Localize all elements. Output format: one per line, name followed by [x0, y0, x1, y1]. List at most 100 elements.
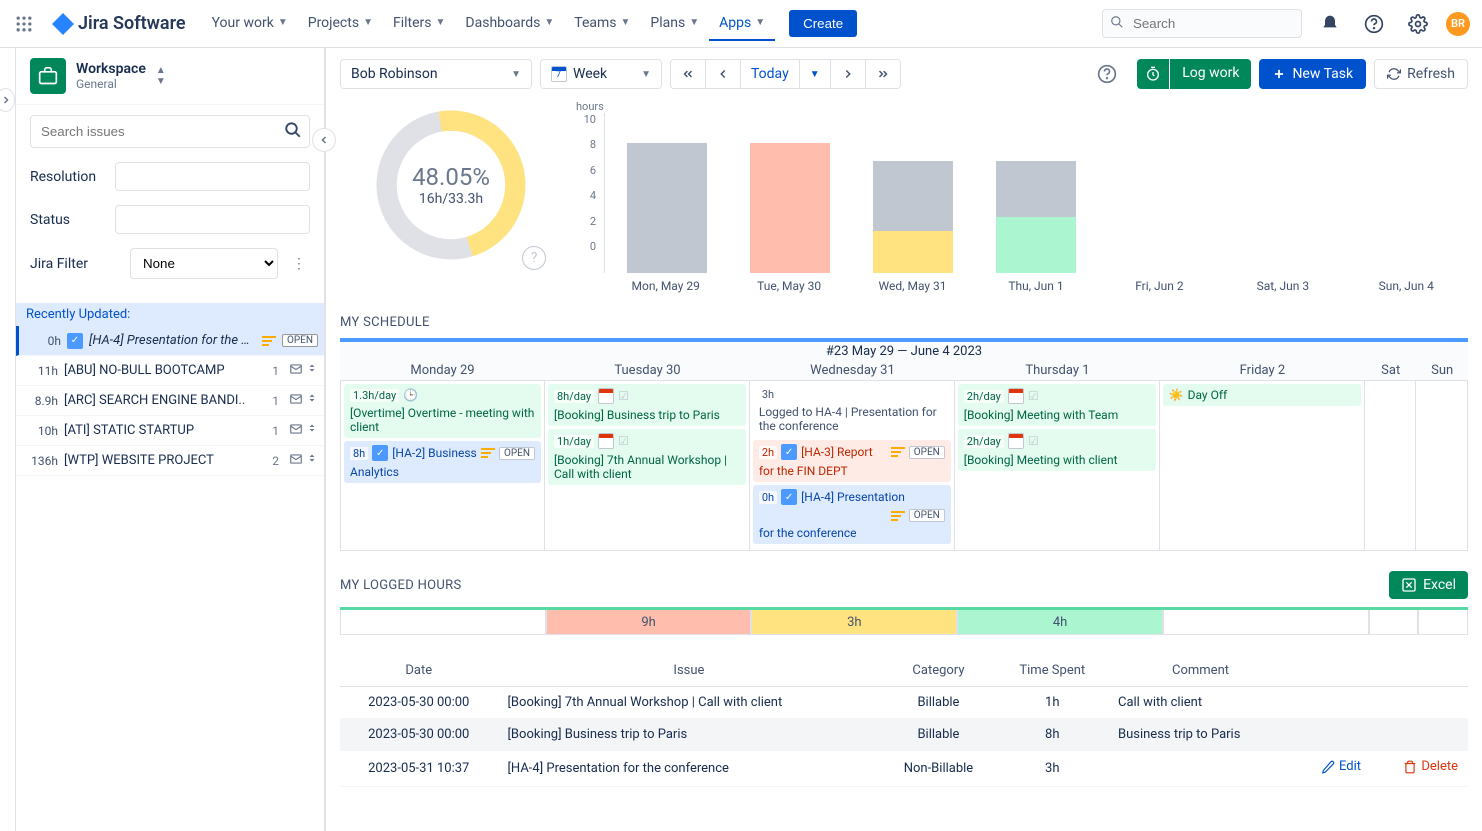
- column-header[interactable]: Date: [340, 655, 497, 687]
- expand-rail-icon[interactable]: [0, 88, 15, 112]
- last-button[interactable]: [866, 60, 900, 88]
- schedule-item[interactable]: 8h/day☑[Booking] Business trip to Paris: [548, 384, 746, 426]
- nav-projects[interactable]: Projects ▼: [298, 7, 383, 39]
- help-button[interactable]: [1085, 58, 1129, 90]
- schedule-item[interactable]: 8h✓[HA-2] BusinessOPENAnalytics: [344, 441, 541, 483]
- next-button[interactable]: [831, 60, 866, 88]
- task-check-icon: ✓: [67, 333, 83, 349]
- column-header[interactable]: Issue: [497, 655, 880, 687]
- global-search[interactable]: [1102, 9, 1302, 38]
- issue-row[interactable]: 0h✓[HA-4] Presentation for the c...OPEN: [16, 326, 324, 356]
- jira-filter-select[interactable]: None: [130, 248, 278, 279]
- envelope-icon[interactable]: [289, 392, 303, 410]
- schedule-item[interactable]: 0h✓[HA-4] PresentationOPENfor the confer…: [753, 485, 951, 544]
- day-header: Friday 2: [1160, 361, 1365, 380]
- day-cell[interactable]: [1416, 381, 1468, 550]
- prev-button[interactable]: [706, 60, 741, 88]
- schedule-item[interactable]: 1h/day☑[Booking] 7th Annual Workshop | C…: [548, 429, 746, 485]
- nav-your-work[interactable]: Your work ▼: [202, 7, 298, 39]
- envelope-icon[interactable]: [289, 362, 303, 380]
- refresh-button[interactable]: Refresh: [1374, 59, 1468, 89]
- envelope-icon[interactable]: [289, 452, 303, 470]
- item-title-rest: for the conference: [759, 526, 857, 540]
- delete-button[interactable]: Delete: [1403, 759, 1458, 774]
- cell-comment: Business trip to Paris: [1108, 719, 1293, 751]
- item-title-rest: for the FIN DEPT: [759, 464, 848, 478]
- hours-badge: 2h: [759, 446, 777, 459]
- search-issues-input[interactable]: [30, 115, 310, 148]
- hours-bar-chart: hours 1086420 Mon, May 29Tue, May 30Wed,…: [576, 100, 1468, 293]
- donut-help-icon[interactable]: ?: [522, 246, 546, 270]
- jira-logo[interactable]: Jira Software: [40, 13, 198, 35]
- sort-icon[interactable]: [306, 422, 318, 440]
- nav-dashboards[interactable]: Dashboards ▼: [455, 7, 564, 39]
- day-cell[interactable]: [1365, 381, 1417, 550]
- today-dropdown[interactable]: ▼: [800, 60, 831, 88]
- day-cell[interactable]: 1.3h/day🕒[Overtime] Overtime - meeting w…: [340, 381, 545, 550]
- nav-filters[interactable]: Filters ▼: [383, 7, 455, 39]
- log-row[interactable]: 2023-05-30 00:00 [Booking] 7th Annual Wo…: [340, 687, 1468, 719]
- help-icon[interactable]: [1358, 8, 1390, 40]
- issue-row[interactable]: 136h[WTP] WEBSITE PROJECT2: [16, 446, 324, 476]
- sort-icon[interactable]: [306, 452, 318, 470]
- more-options-icon[interactable]: ⋮: [288, 252, 310, 276]
- schedule-item[interactable]: 3hLogged to HA-4 | Presentation for the …: [753, 384, 951, 437]
- chevron-down-icon: ▼: [436, 17, 446, 28]
- nav-apps[interactable]: Apps ▼: [709, 7, 775, 41]
- cell-issue: [Booking] Business trip to Paris: [497, 719, 880, 751]
- bar-column: [1098, 133, 1221, 273]
- sort-icon[interactable]: [306, 362, 318, 380]
- issue-row[interactable]: 11h[ABU] NO-BULL BOOTCAMP1: [16, 356, 324, 386]
- search-icon[interactable]: [284, 121, 302, 143]
- edit-button[interactable]: Edit: [1321, 759, 1361, 774]
- column-header[interactable]: Category: [880, 655, 996, 687]
- nav-teams[interactable]: Teams ▼: [564, 7, 640, 39]
- status-badge: OPEN: [282, 334, 318, 347]
- content-area: Bob Robinson ▼ Week ▼ Today ▼: [326, 48, 1482, 831]
- settings-icon[interactable]: [1402, 8, 1434, 40]
- schedule-item[interactable]: 2h/day☑[Booking] Meeting with Team: [958, 384, 1156, 426]
- schedule-item[interactable]: 1.3h/day🕒[Overtime] Overtime - meeting w…: [344, 384, 541, 438]
- log-row[interactable]: 2023-05-31 10:37 [HA-4] Presentation for…: [340, 751, 1468, 787]
- calendar-icon: [598, 388, 614, 404]
- day-cell[interactable]: 2h/day☑[Booking] Meeting with Team2h/day…: [955, 381, 1160, 550]
- log-work-button[interactable]: Log work: [1137, 59, 1251, 89]
- x-label: Tue, May 30: [727, 273, 850, 293]
- day-cell[interactable]: 8h/day☑[Booking] Business trip to Paris1…: [545, 381, 750, 550]
- envelope-icon[interactable]: [289, 422, 303, 440]
- timer-icon: [1137, 59, 1169, 89]
- user-select[interactable]: Bob Robinson ▼: [341, 60, 531, 88]
- column-header[interactable]: Comment: [1108, 655, 1293, 687]
- issue-row[interactable]: 10h[ATI] STATIC STARTUP1: [16, 416, 324, 446]
- day-cell[interactable]: ☀️Day Off: [1160, 381, 1365, 550]
- issue-row[interactable]: 8.9h[ARC] SEARCH ENGINE BANDI..1: [16, 386, 324, 416]
- schedule-item[interactable]: ☀️Day Off: [1163, 384, 1361, 406]
- today-button[interactable]: Today: [741, 60, 800, 88]
- jira-filter-label: Jira Filter: [30, 256, 120, 272]
- apps-grid-icon[interactable]: [12, 12, 36, 36]
- collapse-sidebar-icon[interactable]: [312, 128, 336, 152]
- nav-plans[interactable]: Plans ▼: [640, 7, 709, 39]
- resolution-input[interactable]: [115, 162, 310, 191]
- status-badge: OPEN: [499, 447, 535, 460]
- view-select[interactable]: Week ▼: [541, 60, 661, 88]
- first-button[interactable]: [671, 60, 706, 88]
- column-header[interactable]: Time Spent: [997, 655, 1108, 687]
- global-search-input[interactable]: [1102, 9, 1302, 38]
- calendar-icon: [1008, 388, 1024, 404]
- x-label: Fri, Jun 2: [1098, 273, 1221, 293]
- notifications-icon[interactable]: [1314, 8, 1346, 40]
- sort-icon[interactable]: [306, 392, 318, 410]
- export-excel-button[interactable]: Excel: [1389, 571, 1468, 599]
- log-row[interactable]: 2023-05-30 00:00 [Booking] Business trip…: [340, 719, 1468, 751]
- create-button[interactable]: Create: [789, 10, 857, 37]
- schedule-item[interactable]: 2h✓[HA-3] ReportOPENfor the FIN DEPT: [753, 440, 951, 482]
- cell-time: 1h: [997, 687, 1108, 719]
- status-input[interactable]: [115, 205, 310, 234]
- day-cell[interactable]: 3hLogged to HA-4 | Presentation for the …: [750, 381, 955, 550]
- new-task-button[interactable]: New Task: [1259, 59, 1366, 89]
- y-axis-label: hours: [576, 100, 1468, 113]
- workspace-selector[interactable]: Workspace General ▲▼: [16, 48, 324, 105]
- user-avatar[interactable]: BR: [1446, 12, 1470, 36]
- schedule-item[interactable]: 2h/day☑[Booking] Meeting with client: [958, 429, 1156, 471]
